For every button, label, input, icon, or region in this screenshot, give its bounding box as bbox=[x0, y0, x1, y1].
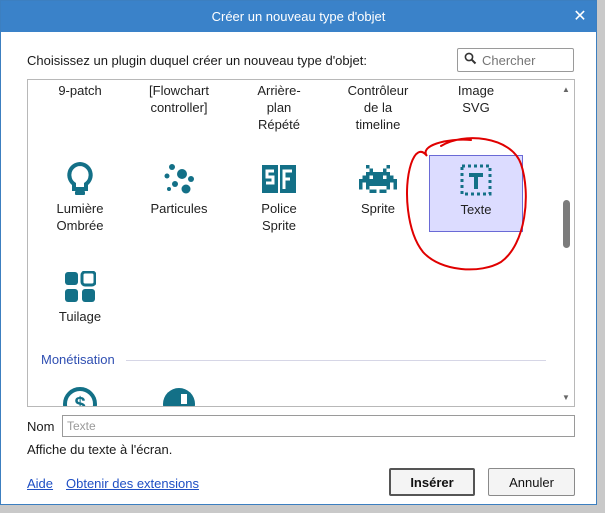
scrollbar-thumb[interactable] bbox=[563, 200, 570, 248]
object-9-patch[interactable]: 9-patch bbox=[33, 82, 127, 99]
object-light[interactable]: Lumière Ombrée bbox=[33, 160, 127, 234]
sprite-font-icon bbox=[262, 160, 296, 198]
object-flowchart-controller[interactable]: [Flowchart controller] bbox=[132, 82, 226, 116]
plugin-prompt: Choisissez un plugin duquel créer un nou… bbox=[27, 53, 367, 68]
object-sprite[interactable]: Sprite bbox=[331, 160, 425, 217]
particles-icon bbox=[163, 160, 195, 198]
svg-text:$: $ bbox=[74, 394, 85, 407]
object-type-list: 9-patch [Flowchart controller] Arrière-p… bbox=[27, 79, 575, 407]
object-timeline-controller[interactable]: Contrôleur de la timeline bbox=[331, 82, 425, 133]
object-particles[interactable]: Particules bbox=[132, 160, 226, 217]
section-divider bbox=[126, 360, 546, 361]
name-input[interactable] bbox=[62, 415, 575, 437]
object-label: Lumière Ombrée bbox=[56, 201, 104, 233]
new-object-dialog: Créer un nouveau type d'objet ✕ Choisiss… bbox=[0, 0, 597, 505]
object-tiled-background[interactable]: Arrière-plan Répété bbox=[232, 82, 326, 133]
space-invader-icon bbox=[359, 160, 397, 198]
list-scrollbar[interactable]: ▲ ▼ bbox=[558, 80, 574, 406]
insert-button[interactable]: Insérer bbox=[389, 468, 475, 496]
object-label: Tuilage bbox=[58, 309, 102, 324]
search-input[interactable] bbox=[482, 52, 562, 68]
object-text[interactable]: Texte bbox=[429, 155, 523, 232]
dialog-title: Créer un nouveau type d'objet bbox=[211, 9, 386, 24]
object-monetisation-1[interactable]: $ bbox=[33, 385, 127, 407]
object-label: Image SVG bbox=[457, 83, 495, 115]
lightbulb-icon bbox=[65, 160, 95, 198]
object-label: Contrôleur de la timeline bbox=[347, 83, 409, 132]
section-monetisation: Monétisation bbox=[41, 352, 115, 367]
ad-icon bbox=[161, 385, 197, 406]
object-label: Texte bbox=[460, 202, 492, 217]
object-label: Arrière-plan Répété bbox=[257, 83, 301, 132]
cancel-button[interactable]: Annuler bbox=[488, 468, 575, 496]
title-bar: Créer un nouveau type d'objet ✕ bbox=[1, 1, 596, 32]
tiles-icon bbox=[64, 268, 96, 306]
help-link[interactable]: Aide bbox=[27, 476, 53, 491]
close-icon[interactable]: ✕ bbox=[568, 4, 592, 28]
search-icon bbox=[464, 52, 477, 68]
object-label: Particules bbox=[150, 201, 208, 216]
object-tiles[interactable]: Tuilage bbox=[33, 268, 127, 325]
object-svg-image[interactable]: Image SVG bbox=[429, 82, 523, 116]
name-label: Nom bbox=[27, 419, 55, 434]
scroll-down-icon[interactable]: ▼ bbox=[561, 392, 571, 402]
object-description: Affiche du texte à l'écran. bbox=[27, 442, 173, 457]
scroll-up-icon[interactable]: ▲ bbox=[561, 84, 571, 94]
object-monetisation-2[interactable] bbox=[132, 385, 226, 406]
object-label: [Flowchart controller] bbox=[149, 83, 209, 115]
search-box[interactable] bbox=[457, 48, 574, 72]
text-icon bbox=[460, 161, 492, 199]
dollar-coin-icon: $ bbox=[62, 385, 98, 407]
object-sprite-font[interactable]: Police Sprite bbox=[232, 160, 326, 234]
object-label: Sprite bbox=[361, 201, 395, 216]
get-extensions-link[interactable]: Obtenir des extensions bbox=[66, 476, 199, 491]
object-label: Police Sprite bbox=[261, 201, 297, 233]
object-label: 9-patch bbox=[58, 83, 102, 98]
